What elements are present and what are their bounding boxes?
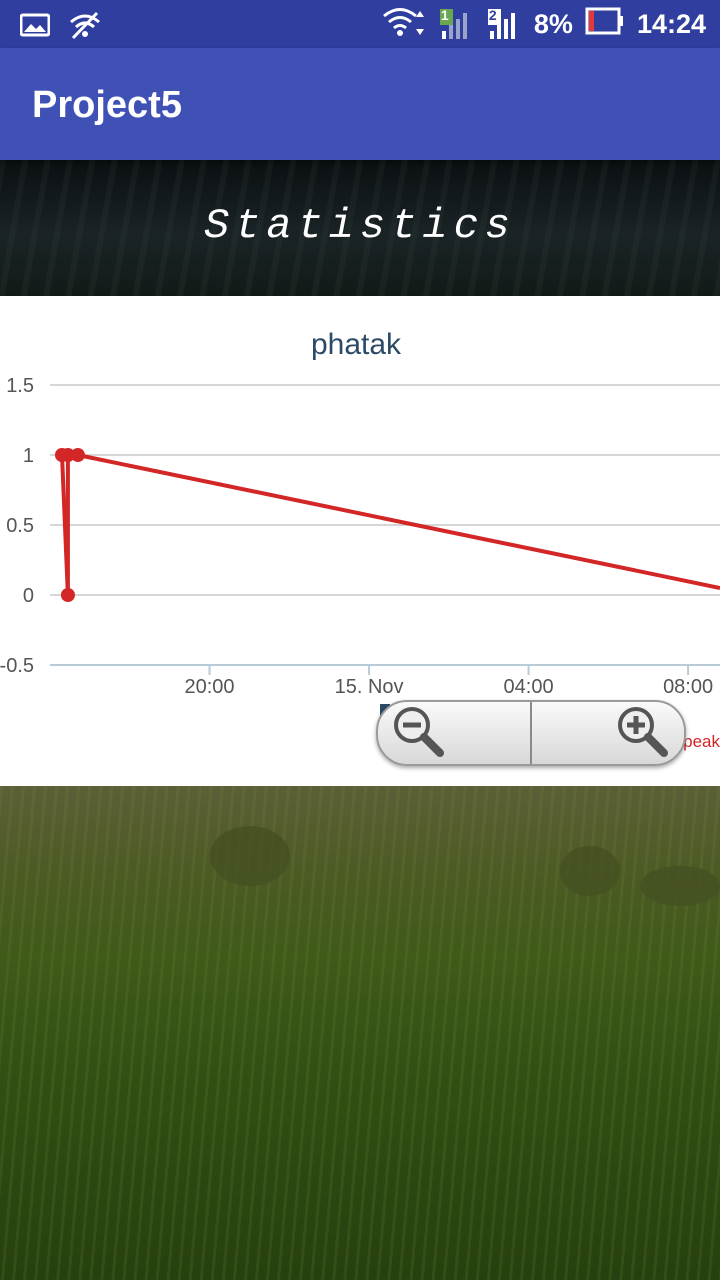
y-tick-label: 0.5: [6, 515, 34, 537]
data-point: [60, 588, 75, 602]
zoom-control: [376, 700, 686, 766]
x-tick-label: 15. Nov: [335, 676, 404, 698]
wifi-off-icon: [68, 10, 102, 45]
statistics-banner: Statistics: [0, 160, 720, 296]
status-bar: 1 2 8% 14:24: [0, 0, 720, 48]
wifi-icon: [380, 5, 426, 44]
y-tick-label: 1.5: [6, 375, 34, 397]
battery-percent: 8%: [533, 8, 573, 39]
tree-silhouette: [560, 846, 620, 896]
zoom-in-icon: [614, 705, 670, 762]
zoom-in-button[interactable]: [532, 702, 684, 764]
app-bar: Project5: [0, 48, 720, 160]
y-tick-label: -0.5: [0, 655, 34, 677]
y-tick-label: 1: [23, 445, 34, 467]
y-tick-label: 0: [23, 585, 34, 607]
signal-icon: 2: [486, 7, 522, 41]
signal-icon: 1: [438, 7, 474, 41]
clock: 14:24: [636, 8, 706, 39]
image-icon: [19, 12, 51, 43]
x-tick-label: 04:00: [504, 676, 554, 698]
chart-card: phatak 1.5 1 0.5 0 -0.5 20:00 15. Nov 04:00 08:0…: [0, 296, 720, 786]
sim2-label: 2: [488, 7, 497, 23]
zoom-out-button[interactable]: [378, 702, 532, 764]
battery-icon: [585, 7, 625, 42]
app-title: Project5: [32, 84, 182, 126]
tree-silhouette: [640, 866, 720, 906]
banner-title: Statistics: [203, 202, 517, 250]
x-tick-label: 08:00: [663, 676, 713, 698]
tree-silhouette: [210, 826, 290, 886]
sim1-label: 1: [440, 7, 449, 23]
background-photo: [0, 786, 720, 1280]
x-tick-label: 20:00: [184, 676, 234, 698]
legend-item-peak: peak: [683, 732, 720, 751]
data-point: [70, 448, 85, 462]
zoom-out-icon: [392, 705, 448, 762]
